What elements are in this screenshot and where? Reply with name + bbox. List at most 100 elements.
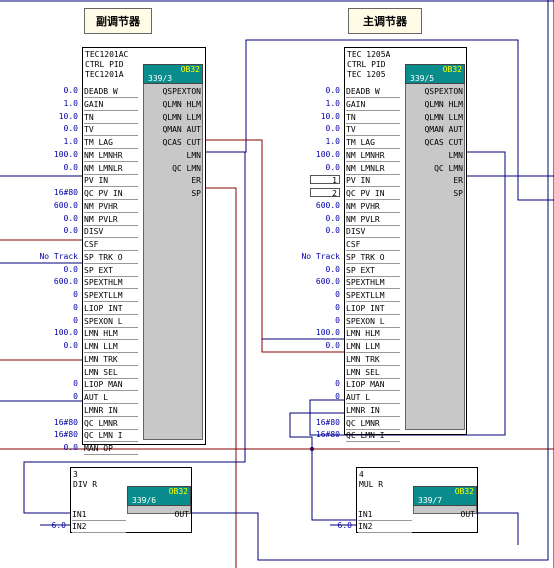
input-pin[interactable]: IN2	[72, 521, 126, 533]
div-r-block[interactable]: 3 DIV R OB32 339/6 IN1 IN2 OUT	[70, 467, 192, 533]
input-pin[interactable]: LMN HLM	[84, 328, 138, 341]
output-pin[interactable]: QLMN HLM	[405, 99, 463, 110]
input-value[interactable]: 600.0	[296, 276, 340, 287]
input-pin[interactable]: LMN HLM	[346, 328, 400, 341]
input-pin[interactable]: SPEXON L	[84, 316, 138, 328]
input-value[interactable]: 100.0	[296, 327, 340, 338]
input-pin[interactable]: LMN TRK	[346, 354, 400, 366]
input-pin[interactable]: TM LAG	[84, 137, 138, 149]
input-pin[interactable]: TM LAG	[346, 137, 400, 149]
output-pin[interactable]: QLMN LLM	[143, 112, 201, 123]
input-pin[interactable]: NM LMNLR	[346, 163, 400, 175]
input-value[interactable]: 0	[34, 289, 78, 300]
output-pin[interactable]: LMN	[143, 150, 201, 161]
input-value[interactable]: 0.0	[34, 162, 78, 173]
input-value[interactable]: 10.0	[296, 111, 340, 122]
mul-r-block[interactable]: 4 MUL R OB32 339/7 IN1 IN2 OUT	[356, 467, 478, 533]
input-value[interactable]: 16#80	[34, 417, 78, 428]
input-value[interactable]: 0	[296, 302, 340, 313]
input-pin[interactable]: SPEXON L	[346, 316, 400, 328]
output-pin[interactable]: OUT	[127, 509, 189, 520]
input-value[interactable]: 6.0	[308, 520, 352, 531]
input-pin[interactable]: LMN LLM	[84, 341, 138, 353]
input-value[interactable]: 0.0	[296, 340, 340, 351]
input-value[interactable]: 10.0	[34, 111, 78, 122]
input-pin[interactable]: QC PV IN	[346, 188, 400, 200]
input-pin[interactable]: PV IN	[346, 175, 400, 188]
input-value[interactable]: 16#80	[296, 417, 340, 428]
input-value[interactable]: 0	[34, 391, 78, 402]
input-pin[interactable]: SPEXTHLM	[346, 277, 400, 290]
input-pin[interactable]: DISV	[84, 226, 138, 239]
input-value[interactable]: 0.0	[34, 213, 78, 224]
output-pin[interactable]: LMN	[405, 150, 463, 161]
input-pin[interactable]: TN	[84, 112, 138, 124]
output-pin[interactable]: QSPEXTON	[405, 86, 463, 97]
output-pin[interactable]: OUT	[413, 509, 475, 520]
input-pin[interactable]: SP EXT	[346, 265, 400, 277]
output-pin[interactable]: QCAS CUT	[143, 137, 201, 148]
signal-connector[interactable]: 2	[310, 188, 340, 198]
output-pin[interactable]: QMAN AUT	[143, 124, 201, 135]
input-value[interactable]: 1.0	[296, 98, 340, 109]
input-pin[interactable]: LMN SEL	[346, 367, 400, 379]
pid-block-tec1205a[interactable]: TEC 1205A CTRL PID TEC 1205 OB32 339/5 DEADB …	[344, 47, 467, 443]
input-value[interactable]: 1.0	[34, 136, 78, 147]
signal-connector[interactable]: 1	[310, 175, 340, 185]
input-pin[interactable]: IN2	[358, 521, 412, 533]
input-pin[interactable]: LIOP MAN	[84, 379, 138, 392]
input-pin[interactable]: AUT L	[84, 392, 138, 404]
output-pin[interactable]: ER	[405, 175, 463, 186]
input-value[interactable]: 1.0	[296, 136, 340, 147]
input-value[interactable]: 0	[296, 378, 340, 389]
input-pin[interactable]: MAN OP	[84, 443, 138, 455]
input-pin[interactable]: QC LMNR	[84, 418, 138, 430]
input-value[interactable]: 100.0	[34, 327, 78, 338]
output-pin[interactable]: SP	[405, 188, 463, 199]
input-value[interactable]: 16#80	[34, 187, 78, 198]
input-pin[interactable]: SP TRK O	[84, 252, 138, 264]
input-value[interactable]: 0.0	[34, 225, 78, 236]
input-value[interactable]: 0	[34, 302, 78, 313]
output-pin[interactable]: QLMN LLM	[405, 112, 463, 123]
input-value[interactable]: 600.0	[34, 276, 78, 287]
input-pin[interactable]: NM PVLR	[346, 214, 400, 226]
output-pin[interactable]: SP	[143, 188, 201, 199]
input-pin[interactable]: LMNR IN	[84, 405, 138, 417]
input-value[interactable]: 0.0	[296, 162, 340, 173]
input-value[interactable]: 0.0	[296, 85, 340, 96]
input-pin[interactable]: TN	[346, 112, 400, 124]
input-pin[interactable]: DISV	[346, 226, 400, 239]
input-value[interactable]: 0.0	[34, 340, 78, 351]
input-pin[interactable]: GAIN	[346, 99, 400, 111]
input-pin[interactable]: NM PVLR	[84, 214, 138, 226]
input-pin[interactable]: LIOP INT	[84, 303, 138, 315]
input-pin[interactable]: QC LMN I	[84, 430, 138, 443]
input-pin[interactable]: SP EXT	[84, 265, 138, 277]
input-pin[interactable]: PV IN	[84, 175, 138, 188]
input-pin[interactable]: CSF	[346, 239, 400, 251]
input-pin[interactable]: DEADB W	[84, 86, 138, 98]
output-pin[interactable]: QCAS CUT	[405, 137, 463, 148]
input-pin[interactable]: LMNR IN	[346, 405, 400, 417]
input-value[interactable]: 100.0	[34, 149, 78, 160]
input-value[interactable]: 0.0	[34, 123, 78, 134]
input-pin[interactable]: CSF	[84, 239, 138, 251]
input-value[interactable]: 0.0	[296, 264, 340, 275]
input-pin[interactable]: NM PVHR	[84, 201, 138, 213]
input-value[interactable]: 0.0	[296, 225, 340, 236]
input-pin[interactable]: NM PVHR	[346, 201, 400, 213]
input-value[interactable]: No Track	[34, 251, 78, 262]
input-value[interactable]: 6.0	[22, 520, 66, 531]
input-pin[interactable]: NM LMNHR	[84, 150, 138, 162]
input-pin[interactable]: LMN TRK	[84, 354, 138, 366]
output-pin[interactable]: ER	[143, 175, 201, 186]
input-value[interactable]: 0	[34, 315, 78, 326]
input-pin[interactable]: NM LMNLR	[84, 163, 138, 175]
input-pin[interactable]: IN1	[72, 509, 126, 521]
input-value[interactable]: 0.0	[34, 442, 78, 453]
input-value[interactable]: 100.0	[296, 149, 340, 160]
input-pin[interactable]: TV	[346, 124, 400, 137]
input-pin[interactable]: SP TRK O	[346, 252, 400, 264]
input-pin[interactable]: TV	[84, 124, 138, 137]
